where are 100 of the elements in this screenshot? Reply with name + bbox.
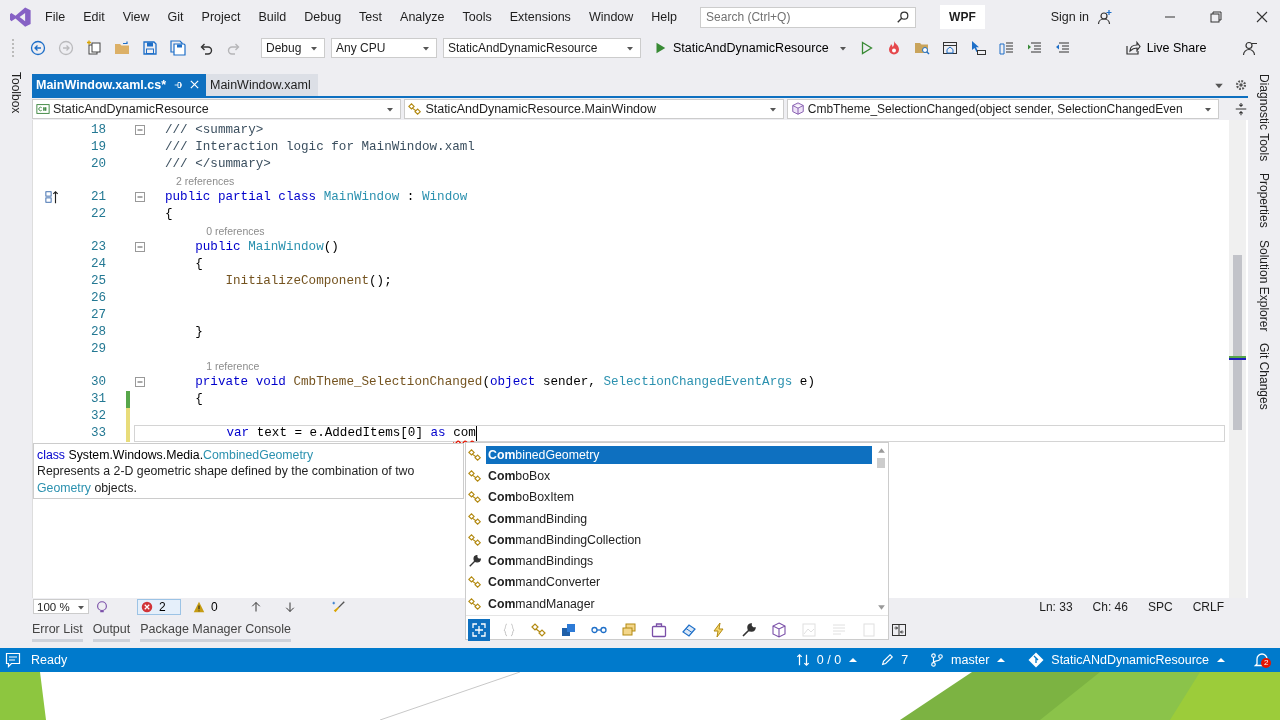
sync-icon xyxy=(795,653,810,667)
folder-search-icon[interactable] xyxy=(913,40,930,56)
type-link[interactable]: Geometry xyxy=(37,481,91,495)
menu-item[interactable]: Debug xyxy=(295,10,351,24)
line-ending[interactable]: CRLF xyxy=(1192,599,1224,614)
save-all-icon[interactable] xyxy=(170,40,186,56)
add-user-icon[interactable] xyxy=(1096,9,1113,25)
close-icon[interactable] xyxy=(189,79,200,91)
side-panel-tab[interactable]: Properties xyxy=(1257,173,1271,228)
pin-icon[interactable] xyxy=(173,79,183,90)
side-panel-tab[interactable]: Diagnostic Tools xyxy=(1257,74,1271,162)
split-icon[interactable] xyxy=(1234,101,1248,116)
scroll-thumb[interactable] xyxy=(877,458,885,468)
start-button[interactable]: StaticAndDynamicResource xyxy=(651,41,849,55)
method-icon xyxy=(790,101,805,116)
completion-item[interactable]: CommandBindingCollection xyxy=(486,530,872,549)
completion-item[interactable]: ComboBox xyxy=(486,466,872,485)
side-panel-tab[interactable]: Toolbox xyxy=(9,72,23,114)
collapse-icon[interactable] xyxy=(134,191,146,204)
document-tab[interactable]: MainWindow.xaml.cs* xyxy=(32,74,206,96)
window-icon[interactable] xyxy=(941,40,958,56)
menu-item[interactable]: View xyxy=(113,10,159,24)
changes-button[interactable]: 7 xyxy=(880,653,909,667)
class-icon xyxy=(408,101,423,116)
diagram-icon xyxy=(468,575,482,590)
line-number: 31 xyxy=(89,392,106,407)
repository-button[interactable]: StaticANdDynamicResource xyxy=(1028,652,1226,668)
warning-count-button[interactable]: 0 xyxy=(187,598,224,615)
diamond-icon xyxy=(1028,652,1045,668)
back-icon[interactable] xyxy=(30,40,46,56)
folder-icon[interactable] xyxy=(114,40,130,56)
code-line: { xyxy=(195,392,203,407)
menu-item[interactable]: File xyxy=(36,10,75,24)
tool-window-tab[interactable]: Output xyxy=(92,622,131,642)
menu-item[interactable]: Project xyxy=(192,10,250,24)
menu-item[interactable]: Git xyxy=(158,10,193,24)
inheritance-icon[interactable] xyxy=(45,190,59,205)
code-line: public partial class MainWindow : Window xyxy=(165,190,468,205)
error-count-button[interactable]: 2 xyxy=(137,598,181,615)
brush-icon[interactable] xyxy=(331,599,346,614)
configuration-dropdown[interactable]: Debug xyxy=(261,38,325,58)
scroll-down-icon[interactable] xyxy=(876,603,886,613)
column-position: Ch: 46 xyxy=(1092,599,1128,614)
completion-item[interactable]: CombinedGeometry xyxy=(486,445,872,464)
menu-item[interactable]: Tools xyxy=(453,10,501,24)
reference-count[interactable]: 2 references xyxy=(176,174,235,187)
tool-window-tab[interactable]: Package Manager Console xyxy=(140,622,292,642)
menu-item[interactable]: Build xyxy=(249,10,296,24)
search-field[interactable]: Search (Ctrl+Q) xyxy=(700,6,917,28)
menu-item[interactable]: Window xyxy=(579,10,643,24)
expand-icon[interactable] xyxy=(468,618,490,641)
menu-item[interactable]: Test xyxy=(350,10,392,24)
collapse-icon[interactable] xyxy=(134,241,146,254)
platform-dropdown[interactable]: Any CPU xyxy=(331,38,437,58)
close-icon[interactable] xyxy=(1254,9,1270,25)
completion-item[interactable]: CommandBinding xyxy=(486,509,872,528)
cursor-icon[interactable] xyxy=(969,40,986,56)
share-icon xyxy=(1124,40,1141,56)
feedback-icon[interactable] xyxy=(1242,40,1259,56)
arrow-up-icon[interactable] xyxy=(249,600,262,613)
menu-item[interactable]: Edit xyxy=(74,10,114,24)
line-number: 26 xyxy=(89,291,106,306)
collapse-icon[interactable] xyxy=(134,376,146,389)
menu-item[interactable]: Help xyxy=(642,10,687,24)
completion-item[interactable]: ComboBoxItem xyxy=(486,488,872,507)
arrow-down-icon[interactable] xyxy=(283,600,296,613)
scroll-up-icon[interactable] xyxy=(876,446,886,455)
live-share-button[interactable]: Live Share xyxy=(1118,39,1213,57)
document-tab[interactable]: MainWindow.xaml xyxy=(206,74,318,96)
code-line: { xyxy=(165,207,173,222)
lightbulb-icon[interactable] xyxy=(95,599,109,614)
reference-count[interactable]: 1 reference xyxy=(206,359,260,372)
columns-icon[interactable] xyxy=(997,40,1014,56)
completion-item[interactable]: CommandBindings xyxy=(486,552,872,571)
startup-project-dropdown[interactable]: StaticAndDynamicResource xyxy=(443,38,641,58)
menu-item[interactable]: Extensions xyxy=(500,10,580,24)
settings-icon[interactable] xyxy=(1234,77,1248,92)
save-icon[interactable] xyxy=(142,40,158,56)
code-line: } xyxy=(195,325,203,340)
side-panel-tab[interactable]: Git Changes xyxy=(1257,343,1271,410)
branch-button[interactable]: master xyxy=(930,653,1007,667)
completion-item[interactable]: CommandManager xyxy=(486,594,872,613)
zoom-dropdown[interactable]: 100 % xyxy=(33,599,89,615)
new-item-icon[interactable] xyxy=(86,40,102,56)
collapse-icon[interactable] xyxy=(134,124,146,137)
indent-icon[interactable] xyxy=(1025,40,1042,56)
side-panel-tab[interactable]: Solution Explorer xyxy=(1257,239,1271,332)
sign-in-link[interactable]: Sign in xyxy=(1050,10,1089,24)
indent-mode[interactable]: SPC xyxy=(1147,599,1173,614)
diagram-icon xyxy=(468,532,482,547)
reference-count[interactable]: 0 references xyxy=(206,224,265,237)
sync-button[interactable]: 0 / 0 xyxy=(795,653,859,667)
completion-item[interactable]: CommandConverter xyxy=(486,573,872,592)
navigation-dropdown[interactable]: StaticAndDynamicResource xyxy=(32,98,402,119)
menu-item[interactable]: Analyze xyxy=(391,10,454,24)
navigation-dropdown[interactable]: StaticAndDynamicResource.MainWindow xyxy=(404,98,784,119)
tool-window-tab[interactable]: Error List xyxy=(32,622,83,642)
restore-icon[interactable] xyxy=(1208,9,1224,25)
navigation-dropdown[interactable]: CmbTheme_SelectionChanged(object sender, SelectionChangedEven xyxy=(786,98,1219,119)
notification-count: 2 xyxy=(1261,658,1272,668)
